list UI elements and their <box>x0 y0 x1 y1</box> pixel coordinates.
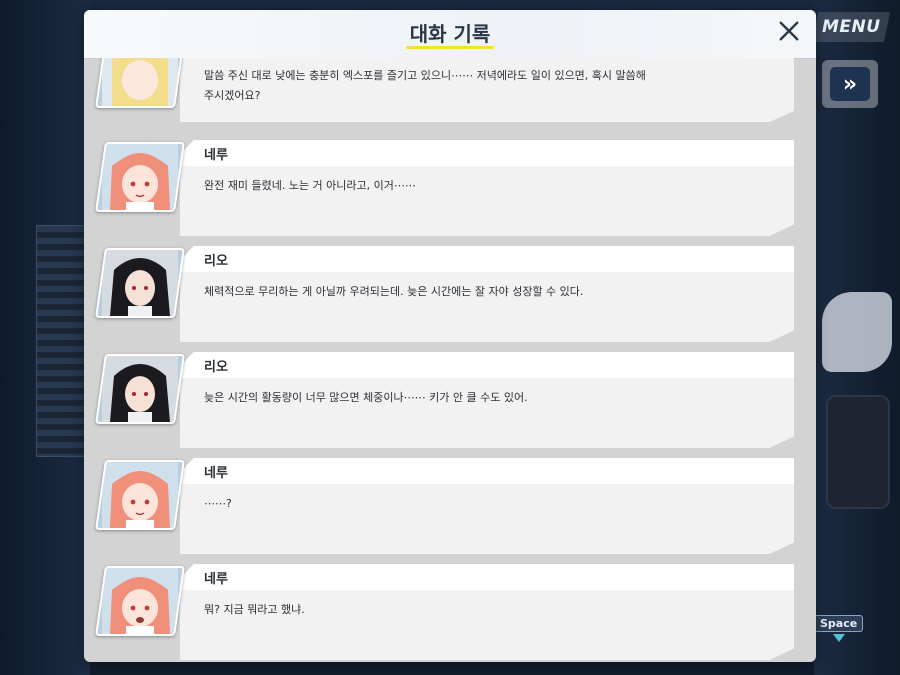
space-key-label: Space <box>814 615 864 632</box>
menu-button[interactable]: MENU <box>811 12 891 42</box>
dialogue-text: ⋯⋯? <box>204 497 232 510</box>
speaker-name: 네루 <box>204 148 228 163</box>
background-cloth <box>822 292 892 372</box>
neru-portrait <box>95 460 185 530</box>
dialogue-bubble: 말씀 주신 대로 낮에는 충분히 엑스포를 즐기고 있으니⋯⋯ 저녁에라도 일이… <box>180 58 794 122</box>
dialogue-text: 완전 재미 들렸네. 노는 거 아니라고, 이거⋯⋯ <box>204 179 416 192</box>
speaker-name: 네루 <box>204 572 228 587</box>
dialogue-bubble: 네루 ⋯⋯? <box>180 458 794 554</box>
speaker-bar: 리오 <box>180 246 794 272</box>
chevron-down-icon <box>832 634 845 642</box>
dialogue-text: 체력적으로 무리하는 게 아닐까 우려되는데. 늦은 시간에는 잘 자야 성장할… <box>204 285 584 298</box>
rio-portrait <box>95 248 185 318</box>
neru-portrait <box>95 142 185 212</box>
speaker-bar: 리오 <box>180 352 794 378</box>
menu-button-label: MENU <box>821 17 881 37</box>
speaker-bar: 네루 <box>180 564 794 590</box>
speaker-name: 리오 <box>204 360 228 375</box>
title-underline <box>406 46 494 49</box>
dialogue-bubble: 리오 체력적으로 무리하는 게 아닐까 우려되는데. 늦은 시간에는 잘 자야 … <box>180 246 794 342</box>
dialogue-bubble: 네루 뭐? 지금 뭐라고 했냐. <box>180 564 794 660</box>
history-list[interactable]: 말씀 주신 대로 낮에는 충분히 엑스포를 즐기고 있으니⋯⋯ 저녁에라도 일이… <box>84 58 816 662</box>
dialogue-bubble: 네루 완전 재미 들렸네. 노는 거 아니라고, 이거⋯⋯ <box>180 140 794 236</box>
speaker-name: 리오 <box>204 254 228 269</box>
history-panel-title: 대화 기록 <box>409 22 491 46</box>
fast-forward-button[interactable]: » <box>822 60 878 108</box>
background-server-rack <box>36 225 90 457</box>
character-portrait <box>95 58 185 108</box>
speaker-name: 네루 <box>204 466 228 481</box>
fast-forward-icon: » <box>830 67 870 101</box>
neru-portrait <box>95 566 185 636</box>
speaker-bar: 네루 <box>180 458 794 484</box>
dialogue-bubble: 리오 늦은 시간의 활동량이 너무 많으면 체중이나⋯⋯ 키가 안 클 수도 있… <box>180 352 794 448</box>
dialogue-text: 늦은 시간의 활동량이 너무 많으면 체중이나⋯⋯ 키가 안 클 수도 있어. <box>204 391 528 404</box>
space-key-hint: Space <box>814 615 864 642</box>
history-panel-header: 대화 기록 <box>84 10 816 59</box>
background-bag <box>826 395 890 509</box>
close-icon <box>779 21 799 41</box>
close-button[interactable] <box>774 16 804 46</box>
dialogue-text: 뭐? 지금 뭐라고 했냐. <box>204 603 305 616</box>
dialogue-text: 말씀 주신 대로 낮에는 충분히 엑스포를 즐기고 있으니⋯⋯ 저녁에라도 일이… <box>204 69 646 102</box>
rio-portrait <box>95 354 185 424</box>
history-panel: 대화 기록 말씀 주신 대로 낮에는 충분히 엑스포를 즐기고 있으니⋯⋯ 저녁… <box>84 10 816 662</box>
speaker-bar: 네루 <box>180 140 794 166</box>
